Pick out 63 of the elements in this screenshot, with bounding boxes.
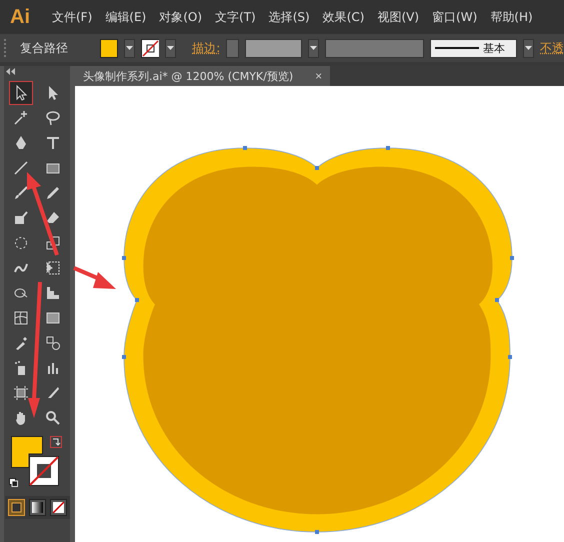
bar-graph-icon <box>45 360 61 376</box>
blend-icon <box>45 335 61 351</box>
stroke-weight-dropdown[interactable] <box>308 38 319 58</box>
free-transform-icon <box>45 260 61 276</box>
app-logo: Ai <box>10 6 30 28</box>
stroke-weight-field[interactable] <box>245 38 302 58</box>
paintbrush-icon <box>13 185 29 201</box>
diagonal-line-icon <box>13 160 29 176</box>
caret-icon <box>126 46 133 50</box>
gradient-square-icon <box>32 502 42 513</box>
draw-mode-button[interactable] <box>50 499 66 516</box>
default-colors-icon[interactable] <box>9 478 18 487</box>
menu-item[interactable]: 文字(T) <box>215 8 256 26</box>
panel-grip[interactable] <box>4 39 8 57</box>
menu-item[interactable]: 窗口(W) <box>432 8 478 26</box>
stroke-none-swatch[interactable] <box>29 456 59 486</box>
caret-icon <box>310 46 317 50</box>
blob-brush-icon <box>13 210 29 226</box>
menu-item[interactable]: 效果(C) <box>322 8 364 26</box>
pencil-icon <box>45 185 61 201</box>
mesh-icon <box>13 310 29 326</box>
letter-t-icon <box>45 135 61 151</box>
brush-style-dropdown[interactable] <box>522 38 534 58</box>
document-tab[interactable]: 头像制作系列.ai* @ 1200% (CMYK/预览) × <box>75 66 330 86</box>
zoom-icon <box>45 410 61 426</box>
artboard-icon <box>13 385 29 401</box>
lasso-icon <box>45 110 61 126</box>
magic-wand-icon <box>13 110 29 126</box>
menu-item[interactable]: 选择(S) <box>268 8 310 26</box>
scale-icon <box>45 235 61 251</box>
fill-color-swatch[interactable] <box>11 436 43 468</box>
stroke-dropdown[interactable] <box>164 38 176 58</box>
annotation-arrow <box>73 266 116 289</box>
swap-arrow-icon[interactable] <box>50 436 62 448</box>
rotate-icon <box>13 235 29 251</box>
caret-icon <box>524 46 532 50</box>
pen-nib-icon <box>13 135 29 151</box>
stroke-line-icon <box>435 47 480 49</box>
menu-item[interactable]: 编辑(E) <box>105 8 146 26</box>
fill-swatch[interactable] <box>100 38 118 58</box>
close-button[interactable]: × <box>315 69 322 83</box>
none-slash-icon <box>52 502 64 513</box>
collapse-chevrons-icon[interactable] <box>6 68 16 75</box>
menu-item[interactable]: 帮助(H) <box>490 8 533 26</box>
draw-mode-button[interactable] <box>28 499 46 516</box>
caret-icon <box>167 46 174 50</box>
tool-button[interactable] <box>9 81 33 105</box>
color-fill-icon <box>10 502 22 513</box>
gradient-icon <box>45 310 61 326</box>
stroke-none-swatch[interactable] <box>141 38 159 58</box>
fill-dropdown[interactable] <box>124 38 136 58</box>
menu-item[interactable]: 对象(O) <box>159 8 202 26</box>
slice-knife-icon <box>45 385 61 401</box>
opacity-label[interactable]: 不透 <box>540 40 564 56</box>
menu-item[interactable]: 文件(F) <box>52 8 92 26</box>
stroke-label[interactable]: 描边: <box>192 40 220 56</box>
variable-width-dropdown[interactable] <box>324 38 424 58</box>
object-type-label: 复合路径 <box>20 40 68 56</box>
menu-item[interactable]: 视图(V) <box>377 8 420 26</box>
eraser-icon <box>45 210 61 226</box>
brush-style-value: 基本 <box>483 40 506 56</box>
brush-style-field[interactable]: 基本 <box>430 38 517 58</box>
document-title: 头像制作系列.ai* @ 1200% (CMYK/预览) <box>83 68 294 84</box>
